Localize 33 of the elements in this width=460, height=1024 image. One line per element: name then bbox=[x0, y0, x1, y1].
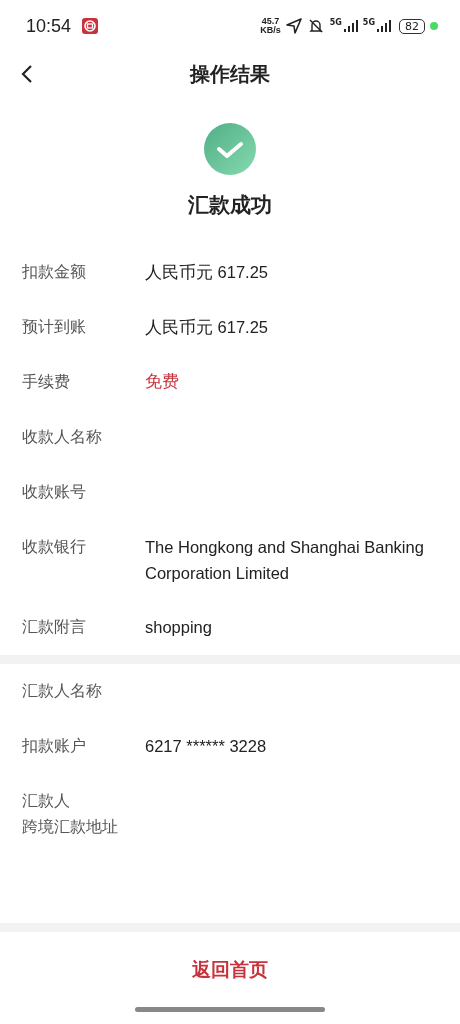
field-label: 汇款人 bbox=[22, 790, 70, 812]
field-label: 预计到账 bbox=[22, 316, 86, 338]
battery-level: 82 bbox=[399, 18, 425, 34]
success-check-icon bbox=[204, 123, 256, 175]
field-label: 收款银行 bbox=[22, 536, 86, 558]
bank-app-icon bbox=[82, 18, 99, 34]
result-title: 汇款成功 bbox=[188, 192, 272, 219]
field-label: 汇款附言 bbox=[22, 616, 86, 638]
field-value: 6217 ****** 3228 bbox=[145, 736, 268, 757]
status-time: 10:54 bbox=[26, 15, 72, 37]
field-label: 汇款人名称 bbox=[22, 680, 102, 702]
location-icon bbox=[285, 18, 302, 34]
field-label: 收款账号 bbox=[22, 481, 86, 503]
back-home-button[interactable]: 返回首页 bbox=[182, 950, 278, 989]
mute-icon bbox=[306, 18, 325, 34]
field-label: 手续费 bbox=[22, 371, 70, 393]
field-value: 人民币元 617.25 bbox=[145, 317, 270, 338]
page-title: 操作结果 bbox=[190, 60, 270, 88]
signal-icon bbox=[377, 20, 391, 32]
back-icon[interactable] bbox=[20, 64, 34, 84]
field-label: 扣款账户 bbox=[22, 735, 86, 757]
status-dot-icon bbox=[430, 22, 438, 30]
field-label: 收款人名称 bbox=[22, 426, 102, 448]
field-label: 扣款金额 bbox=[22, 261, 86, 283]
network-type: 5G bbox=[329, 18, 342, 27]
field-value: 人民币元 617.25 bbox=[145, 262, 270, 283]
network-type: 5G bbox=[362, 18, 375, 27]
field-value: 免费 bbox=[145, 371, 180, 393]
field-value: The Hongkong and Shanghai Banking Corporation Limited bbox=[145, 537, 425, 584]
field-value: shopping bbox=[145, 617, 213, 638]
signal-icon bbox=[343, 20, 358, 32]
network-speed: 45.7 KB/s bbox=[260, 17, 281, 35]
field-label: 跨境汇款地址 bbox=[22, 816, 118, 838]
